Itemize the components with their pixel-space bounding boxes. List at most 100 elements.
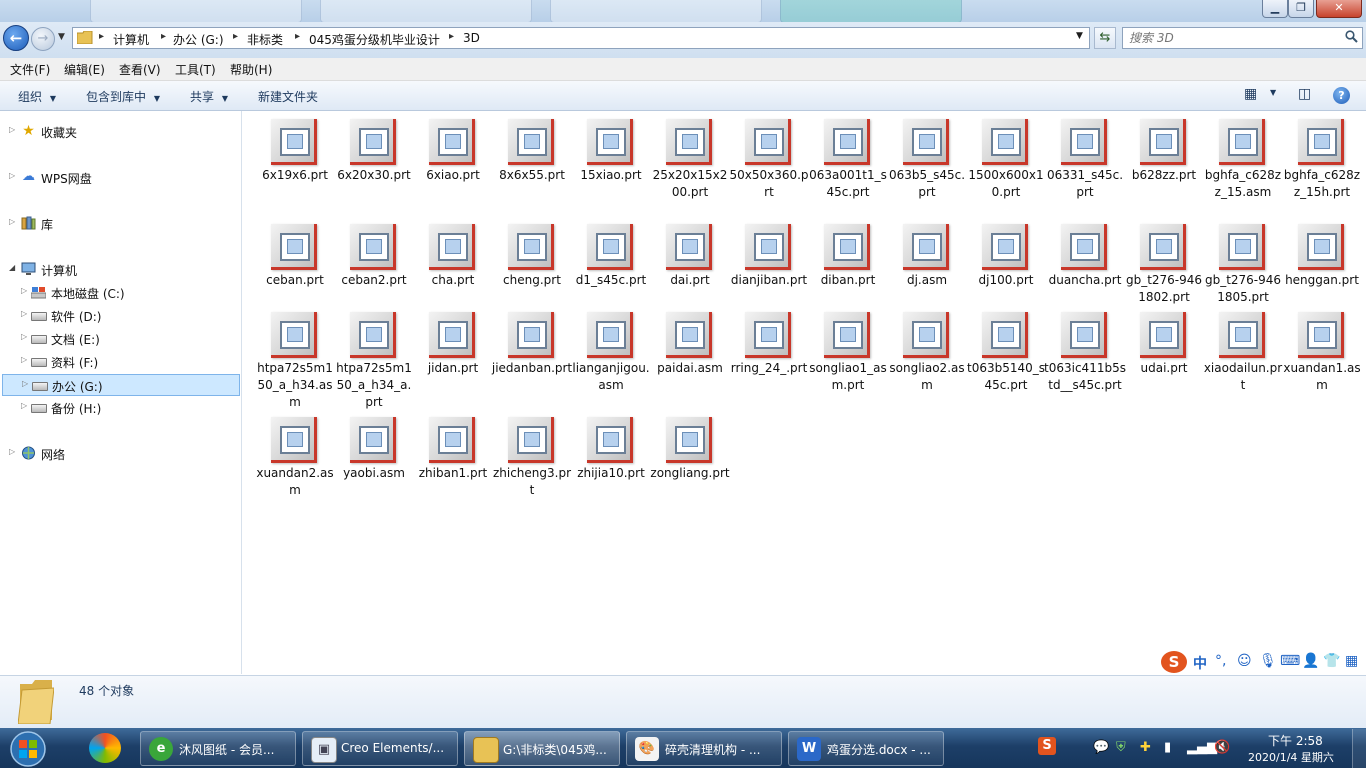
breadcrumb-separator[interactable]: ▸	[99, 31, 104, 42]
nav-drive-f[interactable]: ▷ 资料 (F:)	[0, 351, 240, 373]
file-item[interactable]: paidai.asm	[651, 312, 729, 412]
file-item[interactable]: diban.prt	[809, 224, 887, 324]
breadcrumb-project[interactable]: 045鸡蛋分级机毕业设计	[309, 31, 440, 48]
taskbar-pinned-app[interactable]	[80, 731, 132, 766]
file-item[interactable]: udai.prt	[1125, 312, 1203, 412]
show-desktop-button[interactable]	[1352, 729, 1366, 768]
sogou-tray-icon[interactable]: S	[1038, 737, 1056, 755]
breadcrumb-separator[interactable]: ▸	[161, 31, 166, 42]
clock-time[interactable]: 下午 2:58	[1268, 732, 1323, 749]
menu-view[interactable]: 查看(V)	[119, 61, 161, 78]
nav-drive-e[interactable]: ▷ 文档 (E:)	[0, 328, 240, 350]
expand-icon[interactable]: ▷	[9, 447, 15, 456]
file-item[interactable]: henggan.prt	[1283, 224, 1361, 324]
file-item[interactable]: cheng.prt	[493, 224, 571, 324]
close-button[interactable]: ✕	[1316, 0, 1362, 18]
nav-wps-drive[interactable]: ▷ ☁ WPS网盘	[0, 167, 240, 189]
file-item[interactable]: zhijia10.prt	[572, 417, 650, 517]
breadcrumb-drive-g[interactable]: 办公 (G:)	[173, 31, 224, 48]
file-item[interactable]: t063b5140_s45c.prt	[967, 312, 1045, 412]
chat-tray-icon[interactable]: 💬	[1093, 740, 1109, 755]
file-item[interactable]: bghfa_c628zz_15h.prt	[1283, 119, 1361, 219]
address-bar[interactable]: ▸ 计算机 ▸ 办公 (G:) ▸ 非标类 ▸ 045鸡蛋分级机毕业设计 ▸ 3…	[72, 27, 1090, 49]
breadcrumb-computer[interactable]: 计算机	[113, 31, 149, 48]
nav-drive-g[interactable]: ▷ 办公 (G:)	[2, 374, 240, 396]
search-icon[interactable]	[1345, 30, 1358, 47]
file-item[interactable]: ceban2.prt	[335, 224, 413, 324]
security-tray-icon[interactable]: ✚	[1140, 740, 1151, 755]
minimize-button[interactable]: ▁	[1262, 0, 1288, 18]
breadcrumb-separator[interactable]: ▸	[449, 31, 454, 42]
address-dropdown[interactable]: ▼	[1076, 31, 1083, 41]
forward-button[interactable]: →	[31, 27, 55, 51]
file-item[interactable]: yaobi.asm	[335, 417, 413, 517]
organize-button[interactable]: 组织 ▼	[18, 88, 56, 105]
file-item[interactable]: t063ic411b5std__s45c.prt	[1044, 312, 1126, 412]
menu-edit[interactable]: 编辑(E)	[64, 61, 105, 78]
expand-icon[interactable]: ▷	[22, 379, 28, 388]
file-item[interactable]: dj100.prt	[967, 224, 1045, 324]
file-item[interactable]: 063a001t1_s45c.prt	[809, 119, 887, 219]
taskbar-item-2[interactable]: G:\非标类\045鸡...	[464, 731, 620, 766]
speaker-muted-icon[interactable]: 🔇	[1214, 740, 1230, 755]
expand-icon[interactable]: ▷	[21, 355, 27, 364]
new-folder-button[interactable]: 新建文件夹	[258, 88, 318, 105]
expand-icon[interactable]: ▷	[9, 125, 15, 134]
breadcrumb-separator[interactable]: ▸	[233, 31, 238, 42]
file-item[interactable]: htpa72s5m150_a_h34.asm	[256, 312, 334, 412]
file-item[interactable]: ceban.prt	[256, 224, 334, 324]
back-button[interactable]: ←	[3, 25, 29, 51]
nav-drive-c[interactable]: ▷ 本地磁盘 (C:)	[0, 282, 240, 304]
file-item[interactable]: cha.prt	[414, 224, 492, 324]
file-item[interactable]: songliao2.asm	[888, 312, 966, 412]
taskbar-item-1[interactable]: ▣ Creo Elements/...	[302, 731, 458, 766]
file-item[interactable]: 06331_s45c.prt	[1046, 119, 1124, 219]
file-item[interactable]: zhiban1.prt	[414, 417, 492, 517]
collapse-icon[interactable]: ◢	[9, 263, 15, 272]
file-item[interactable]: gb_t276-9461805.prt	[1204, 224, 1282, 324]
help-button[interactable]: ?	[1333, 87, 1350, 104]
file-item[interactable]: duancha.prt	[1046, 224, 1124, 324]
skin-icon[interactable]: 👕	[1323, 653, 1340, 669]
expand-icon[interactable]: ▷	[9, 217, 15, 226]
file-item[interactable]: rring_24_.prt	[730, 312, 808, 412]
file-item[interactable]: 50x50x360.prt	[729, 119, 809, 219]
microphone-icon[interactable]: 🎙	[1259, 653, 1277, 669]
toolbox-icon[interactable]: ▦	[1345, 653, 1358, 669]
search-input[interactable]	[1129, 30, 1339, 46]
breadcrumb-current[interactable]: 3D	[463, 31, 480, 45]
file-item[interactable]: 8x6x55.prt	[493, 119, 571, 219]
file-item[interactable]: songliao1_asm.prt	[809, 312, 887, 412]
file-item[interactable]: 6x19x6.prt	[256, 119, 334, 219]
file-item[interactable]: zongliang.prt	[650, 417, 730, 517]
change-view-button[interactable]: ▦	[1244, 86, 1257, 102]
file-item[interactable]: 6xiao.prt	[414, 119, 492, 219]
nav-drive-h[interactable]: ▷ 备份 (H:)	[0, 397, 240, 419]
preview-pane-button[interactable]: ◫	[1298, 86, 1311, 102]
file-item[interactable]: xuandan1.asm	[1283, 312, 1361, 412]
view-options-dropdown[interactable]: ▼	[1270, 88, 1276, 97]
file-item[interactable]: zhicheng3.prt	[493, 417, 571, 517]
file-item[interactable]: dianjiban.prt	[730, 224, 808, 324]
menu-help[interactable]: 帮助(H)	[230, 61, 272, 78]
taskbar-item-3[interactable]: 🎨 碎壳清理机构 - ...	[626, 731, 782, 766]
keyboard-icon[interactable]: ⌨	[1280, 653, 1300, 669]
file-item[interactable]: 25x20x15x200.prt	[651, 119, 729, 219]
taskbar-item-0[interactable]: e 沐风图纸 - 会员...	[140, 731, 296, 766]
file-item[interactable]: xiaodailun.prt	[1204, 312, 1282, 412]
file-item[interactable]: jidan.prt	[414, 312, 492, 412]
file-item[interactable]: 1500x600x10.prt	[967, 119, 1045, 219]
ime-punctuation-toggle[interactable]: °,	[1215, 653, 1226, 669]
nav-libraries[interactable]: ▷ 库	[0, 213, 240, 235]
taskbar-item-4[interactable]: W 鸡蛋分选.docx - ...	[788, 731, 944, 766]
nav-drive-d[interactable]: ▷ 软件 (D:)	[0, 305, 240, 327]
expand-icon[interactable]: ▷	[9, 171, 15, 180]
nav-network[interactable]: ▷ 网络	[0, 443, 240, 465]
file-item[interactable]: htpa72s5m150_a_h34_a.prt	[335, 312, 413, 412]
search-box[interactable]	[1122, 27, 1363, 49]
file-item[interactable]: 6x20x30.prt	[335, 119, 413, 219]
shield-icon[interactable]: ⛨	[1116, 740, 1126, 755]
emoji-icon[interactable]: ☺	[1237, 653, 1252, 669]
breadcrumb-separator[interactable]: ▸	[295, 31, 300, 42]
file-item[interactable]: bghfa_c628zz_15.asm	[1204, 119, 1282, 219]
